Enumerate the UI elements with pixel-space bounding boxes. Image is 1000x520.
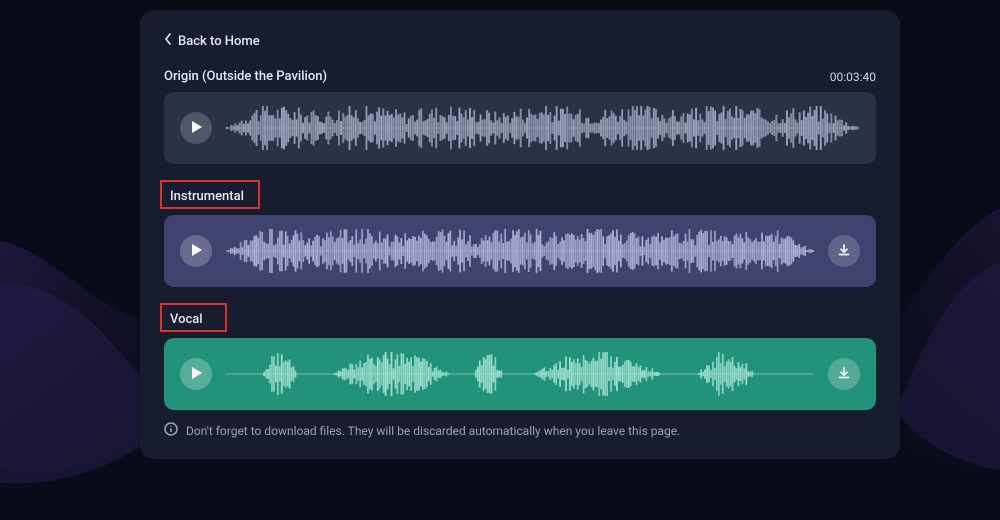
chevron-left-icon: [164, 33, 172, 49]
back-to-home-link[interactable]: Back to Home: [164, 33, 260, 49]
footer-note-text: Don't forget to download files. They wil…: [186, 424, 680, 438]
play-icon: [189, 242, 203, 261]
main-card: Back to Home Origin (Outside the Pavilio…: [140, 10, 900, 459]
info-icon: [164, 422, 178, 439]
origin-track: [164, 92, 876, 164]
origin-waveform[interactable]: [226, 104, 860, 152]
vocal-download-button[interactable]: [828, 358, 860, 390]
instrumental-waveform[interactable]: [226, 227, 814, 275]
instrumental-play-button[interactable]: [180, 235, 212, 267]
origin-duration: 00:03:40: [830, 70, 876, 84]
vocal-label: Vocal: [170, 312, 203, 327]
instrumental-label: Instrumental: [170, 189, 244, 204]
vocal-waveform[interactable]: [226, 350, 814, 398]
origin-header: Origin (Outside the Pavilion) 00:03:40: [164, 69, 876, 84]
download-icon: [837, 242, 851, 261]
instrumental-track: [164, 215, 876, 287]
play-icon: [189, 365, 203, 384]
play-icon: [189, 119, 203, 138]
instrumental-download-button[interactable]: [828, 235, 860, 267]
origin-play-button[interactable]: [180, 112, 212, 144]
origin-title: Origin (Outside the Pavilion): [164, 69, 327, 84]
vocal-play-button[interactable]: [180, 358, 212, 390]
download-icon: [837, 365, 851, 384]
footer-note: Don't forget to download files. They wil…: [164, 422, 876, 439]
vocal-label-box: Vocal: [160, 303, 227, 332]
vocal-track: [164, 338, 876, 410]
instrumental-label-box: Instrumental: [160, 180, 260, 209]
back-label: Back to Home: [178, 34, 260, 49]
